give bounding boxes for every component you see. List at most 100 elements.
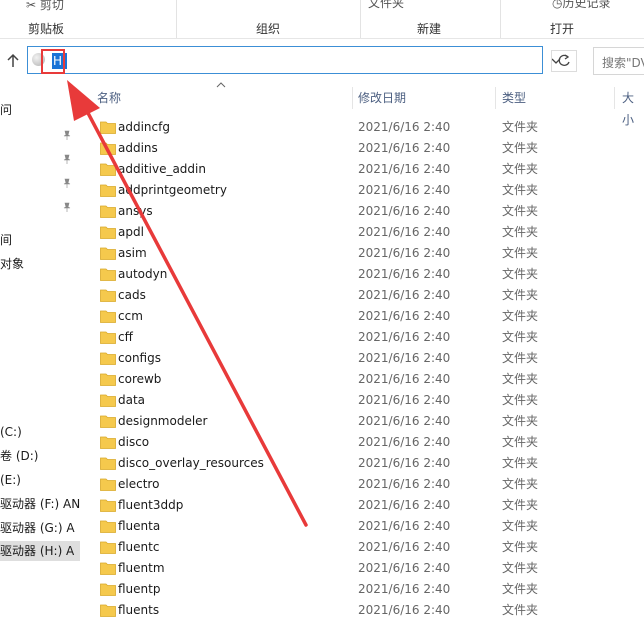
- file-type: 文件夹: [502, 246, 539, 260]
- column-divider[interactable]: [495, 87, 496, 109]
- ribbon-divider: [500, 0, 501, 38]
- list-item[interactable]: cads 2021/6/16 2:40 文件夹: [96, 285, 644, 306]
- list-item[interactable]: fluentm 2021/6/16 2:40 文件夹: [96, 558, 644, 579]
- folder-icon: [100, 331, 116, 344]
- file-date: 2021/6/16 2:40: [358, 435, 451, 449]
- file-name: additive_addin: [118, 162, 206, 176]
- file-date: 2021/6/16 2:40: [358, 393, 451, 407]
- list-item[interactable]: fluenta 2021/6/16 2:40 文件夹: [96, 516, 644, 537]
- cut-button[interactable]: ✂ 剪切: [26, 0, 64, 13]
- file-type: 文件夹: [502, 225, 539, 239]
- file-date: 2021/6/16 2:40: [358, 183, 451, 197]
- list-item[interactable]: fluentc 2021/6/16 2:40 文件夹: [96, 537, 644, 558]
- column-header-size[interactable]: 大小: [622, 87, 644, 127]
- file-date: 2021/6/16 2:40: [358, 141, 451, 155]
- column-header-type[interactable]: 类型: [502, 87, 526, 109]
- file-type: 文件夹: [502, 540, 539, 554]
- file-date: 2021/6/16 2:40: [358, 288, 451, 302]
- file-type: 文件夹: [502, 603, 539, 617]
- nav-item[interactable]: 问: [0, 100, 80, 120]
- pin-icon[interactable]: [62, 202, 72, 212]
- history-button[interactable]: ◷历史记录: [552, 0, 611, 11]
- folder-icon: [100, 163, 116, 176]
- file-name: fluent3ddp: [118, 498, 184, 512]
- list-item[interactable]: addins 2021/6/16 2:40 文件夹: [96, 138, 644, 159]
- list-item[interactable]: ansys 2021/6/16 2:40 文件夹: [96, 201, 644, 222]
- column-divider[interactable]: [352, 87, 353, 109]
- refresh-button[interactable]: [551, 50, 577, 72]
- file-name: apdl: [118, 225, 144, 239]
- list-item[interactable]: electro 2021/6/16 2:40 文件夹: [96, 474, 644, 495]
- list-item[interactable]: fluents 2021/6/16 2:40 文件夹: [96, 600, 644, 621]
- file-date: 2021/6/16 2:40: [358, 603, 451, 617]
- pin-icon[interactable]: [62, 130, 72, 140]
- folder-icon: [100, 604, 116, 617]
- file-name: autodyn: [118, 267, 168, 281]
- file-name: cads: [118, 288, 146, 302]
- file-date: 2021/6/16 2:40: [358, 351, 451, 365]
- file-date: 2021/6/16 2:40: [358, 267, 451, 281]
- folder-label: 文件夹: [368, 0, 405, 10]
- list-item[interactable]: designmodeler 2021/6/16 2:40 文件夹: [96, 411, 644, 432]
- file-type: 文件夹: [502, 351, 539, 365]
- file-type: 文件夹: [502, 435, 539, 449]
- folder-icon: [100, 121, 116, 134]
- file-name: disco_overlay_resources: [118, 456, 264, 470]
- list-item[interactable]: cff 2021/6/16 2:40 文件夹: [96, 327, 644, 348]
- nav-drive-e[interactable]: (E:): [0, 470, 80, 490]
- search-input[interactable]: 搜索"DV: [593, 47, 644, 75]
- list-item[interactable]: fluent3ddp 2021/6/16 2:40 文件夹: [96, 495, 644, 516]
- file-type: 文件夹: [502, 183, 539, 197]
- list-item[interactable]: ccm 2021/6/16 2:40 文件夹: [96, 306, 644, 327]
- history-icon: ◷: [552, 0, 563, 10]
- folder-icon: [100, 226, 116, 239]
- folder-icon: [100, 520, 116, 533]
- list-item[interactable]: disco_overlay_resources 2021/6/16 2:40 文件夹: [96, 453, 644, 474]
- nav-drive-f[interactable]: 驱动器 (F:) AN: [0, 494, 80, 514]
- nav-drive-g[interactable]: 驱动器 (G:) A: [0, 518, 80, 538]
- up-arrow-icon[interactable]: [4, 52, 22, 70]
- list-item[interactable]: addprintgeometry 2021/6/16 2:40 文件夹: [96, 180, 644, 201]
- list-item[interactable]: autodyn 2021/6/16 2:40 文件夹: [96, 264, 644, 285]
- nav-item[interactable]: 对象: [0, 254, 80, 274]
- list-item[interactable]: corewb 2021/6/16 2:40 文件夹: [96, 369, 644, 390]
- nav-drive-c[interactable]: (C:): [0, 422, 80, 442]
- list-item[interactable]: configs 2021/6/16 2:40 文件夹: [96, 348, 644, 369]
- folder-icon: [100, 142, 116, 155]
- list-item[interactable]: fluentp 2021/6/16 2:40 文件夹: [96, 579, 644, 600]
- nav-item[interactable]: 间: [0, 230, 80, 250]
- address-bar[interactable]: H:: [27, 46, 561, 74]
- file-date: 2021/6/16 2:40: [358, 330, 451, 344]
- list-item[interactable]: addincfg 2021/6/16 2:40 文件夹: [96, 117, 644, 138]
- list-item[interactable]: additive_addin 2021/6/16 2:40 文件夹: [96, 159, 644, 180]
- pin-icon[interactable]: [62, 178, 72, 188]
- file-name: fluentp: [118, 582, 161, 596]
- file-date: 2021/6/16 2:40: [358, 309, 451, 323]
- file-name: fluents: [118, 603, 160, 617]
- file-date: 2021/6/16 2:40: [358, 162, 451, 176]
- folder-icon: [100, 499, 116, 512]
- nav-drive-d[interactable]: 卷 (D:): [0, 446, 80, 466]
- column-header-name[interactable]: 名称: [97, 87, 121, 109]
- file-type: 文件夹: [502, 141, 539, 155]
- folder-icon: [100, 415, 116, 428]
- folder-icon: [100, 457, 116, 470]
- group-new: 新建: [417, 22, 442, 36]
- folder-icon: [100, 289, 116, 302]
- file-type: 文件夹: [502, 204, 539, 218]
- folder-icon: [100, 436, 116, 449]
- column-divider[interactable]: [614, 87, 615, 109]
- pin-icon[interactable]: [62, 154, 72, 164]
- nav-drive-h[interactable]: 驱动器 (H:) A: [0, 541, 80, 561]
- file-name: data: [118, 393, 146, 407]
- list-item[interactable]: data 2021/6/16 2:40 文件夹: [96, 390, 644, 411]
- list-item[interactable]: asim 2021/6/16 2:40 文件夹: [96, 243, 644, 264]
- file-type: 文件夹: [502, 267, 539, 281]
- file-date: 2021/6/16 2:40: [358, 540, 451, 554]
- list-item[interactable]: apdl 2021/6/16 2:40 文件夹: [96, 222, 644, 243]
- file-name: asim: [118, 246, 147, 260]
- list-item[interactable]: disco 2021/6/16 2:40 文件夹: [96, 432, 644, 453]
- file-name: addins: [118, 141, 158, 155]
- column-header-date[interactable]: 修改日期: [358, 87, 406, 109]
- file-type: 文件夹: [502, 456, 539, 470]
